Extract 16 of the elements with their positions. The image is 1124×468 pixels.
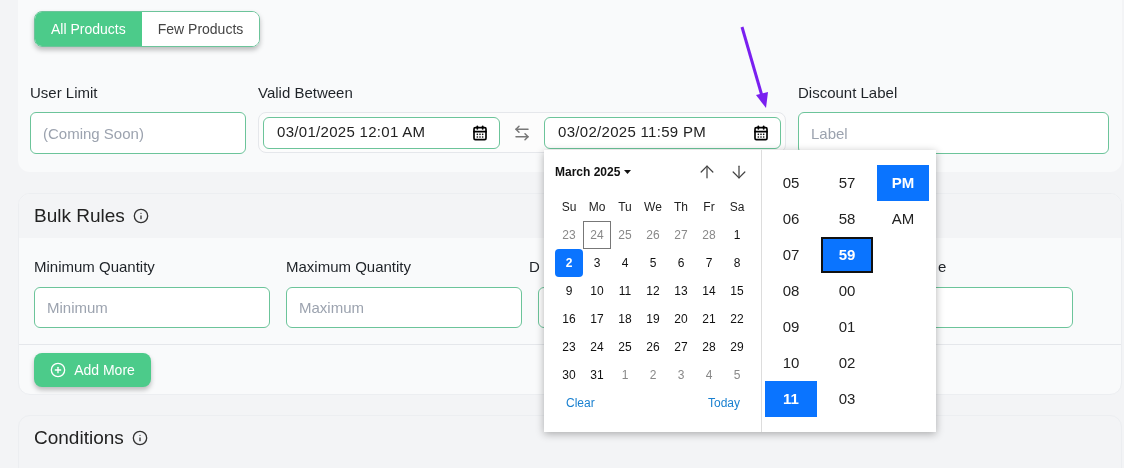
weekday-label: Su (560, 199, 578, 216)
field-label: e (938, 257, 947, 277)
section-title: Bulk Rules (34, 203, 125, 228)
field-label: D (529, 257, 540, 277)
field-label: Discount Label (798, 83, 898, 103)
weekday-label: Mo (587, 199, 607, 216)
field-label: Maximum Quantity (286, 257, 412, 277)
weekday-label: Th (673, 199, 689, 216)
field-label: Minimum Quantity (34, 257, 155, 277)
field-label: Valid Between (258, 83, 353, 103)
weekday-label: Sa (728, 199, 746, 216)
field-label: User Limit (30, 83, 98, 103)
weekday-label: Fr (702, 199, 716, 216)
weekday-label: We (643, 199, 663, 216)
section-title: Conditions (34, 425, 124, 450)
weekday-label: Tu (617, 199, 633, 216)
